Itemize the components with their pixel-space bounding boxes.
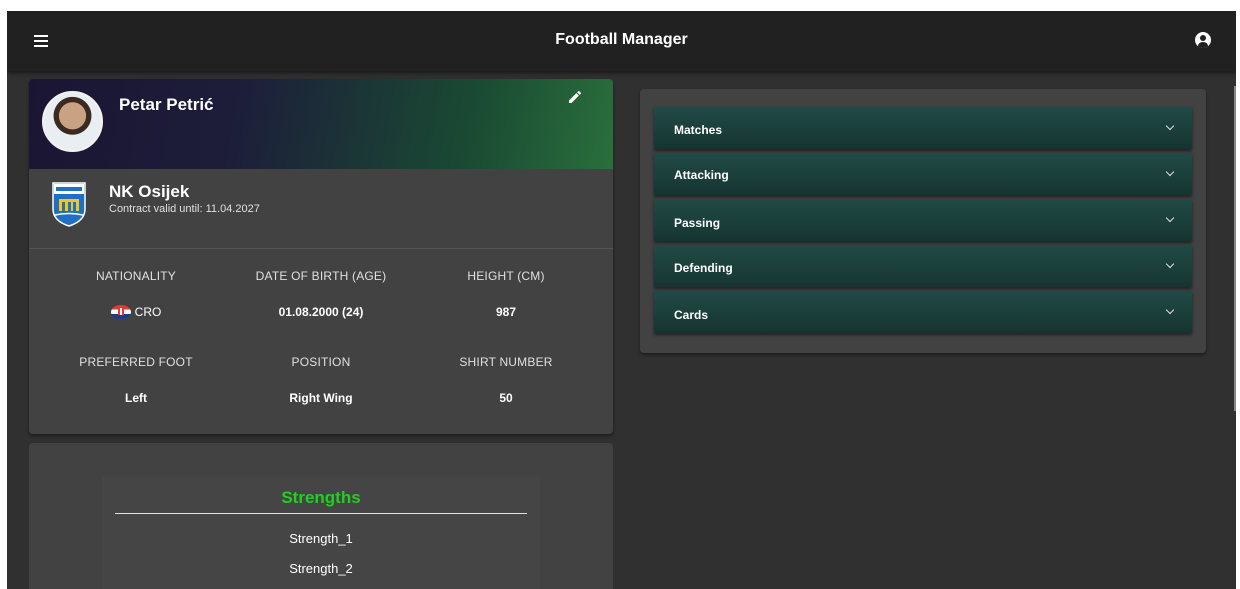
date-of-birth-label: DATE OF BIRTH (AGE) — [255, 269, 387, 283]
strength-item: Strength_1 — [289, 531, 353, 546]
matches-expansion-panel[interactable]: Matches — [654, 107, 1192, 149]
chevron-down-icon — [1165, 213, 1175, 223]
date-of-birth-field: DATE OF BIRTH (AGE) 01.08.2000 (24) — [221, 269, 421, 319]
statistics-card: Matches Attacking Passing Defending Card… — [640, 89, 1206, 353]
preferred-foot-value: Left — [125, 391, 147, 405]
strengths-panel: Strengths Strength_1 Strength_2 — [102, 476, 540, 589]
account-circle-icon[interactable] — [1195, 32, 1211, 48]
app-title: Football Manager — [555, 31, 688, 48]
shirt-number-value: 50 — [499, 391, 513, 405]
player-name: Petar Petrić — [119, 95, 214, 114]
height-value: 987 — [495, 305, 517, 319]
position-value: Right Wing — [289, 391, 353, 405]
preferred-foot-label: PREFERRED FOOT — [79, 355, 193, 369]
player-header: Petar Petrić — [29, 79, 613, 169]
cards-expansion-panel[interactable]: Cards — [654, 291, 1192, 333]
contract-expiry: Contract valid until: 11.04.2027 — [109, 203, 260, 215]
position-label: POSITION — [291, 355, 351, 369]
chevron-down-icon — [1165, 167, 1175, 177]
passing-label: Passing — [674, 216, 721, 230]
vertical-scrollbar[interactable] — [1234, 86, 1236, 411]
strength-item: Strength_2 — [289, 561, 353, 576]
croatia-flag-icon — [110, 305, 131, 319]
position-field: POSITION Right Wing — [221, 355, 421, 405]
defending-expansion-panel[interactable]: Defending — [654, 245, 1192, 287]
shirt-number-field: SHIRT NUMBER 50 — [406, 355, 606, 405]
player-profile-card: Petar Petrić NK Osijek Contract valid un… — [29, 79, 613, 434]
attacking-label: Attacking — [674, 168, 729, 182]
nationality-value-row: CRO — [36, 305, 236, 319]
defending-label: Defending — [674, 261, 733, 275]
attacking-expansion-panel[interactable]: Attacking — [654, 153, 1192, 195]
pencil-icon[interactable] — [567, 89, 583, 105]
passing-expansion-panel[interactable]: Passing — [654, 199, 1192, 241]
date-of-birth-value: 01.08.2000 (24) — [278, 305, 364, 319]
height-label: HEIGHT (CM) — [467, 269, 545, 283]
shirt-number-label: SHIRT NUMBER — [459, 355, 553, 369]
club-info: NK Osijek Contract valid until: 11.04.20… — [29, 169, 613, 249]
strengths-card: Strengths Strength_1 Strength_2 — [29, 443, 613, 589]
chevron-down-icon — [1165, 305, 1175, 315]
nationality-value: CRO — [134, 305, 162, 319]
height-field: HEIGHT (CM) 987 — [406, 269, 606, 319]
top-app-bar: Football Manager — [7, 11, 1236, 71]
club-crest-icon — [52, 182, 86, 227]
club-name: NK Osijek — [109, 182, 190, 201]
preferred-foot-field: PREFERRED FOOT Left — [36, 355, 236, 405]
strengths-divider — [115, 513, 527, 514]
nationality-label: NATIONALITY — [96, 269, 176, 283]
cards-label: Cards — [674, 308, 709, 322]
player-avatar — [42, 91, 103, 152]
chevron-down-icon — [1165, 121, 1175, 131]
matches-label: Matches — [674, 123, 723, 137]
chevron-down-icon — [1165, 259, 1175, 269]
strengths-title: Strengths — [281, 488, 361, 507]
nationality-field: NATIONALITY CRO — [36, 269, 236, 319]
